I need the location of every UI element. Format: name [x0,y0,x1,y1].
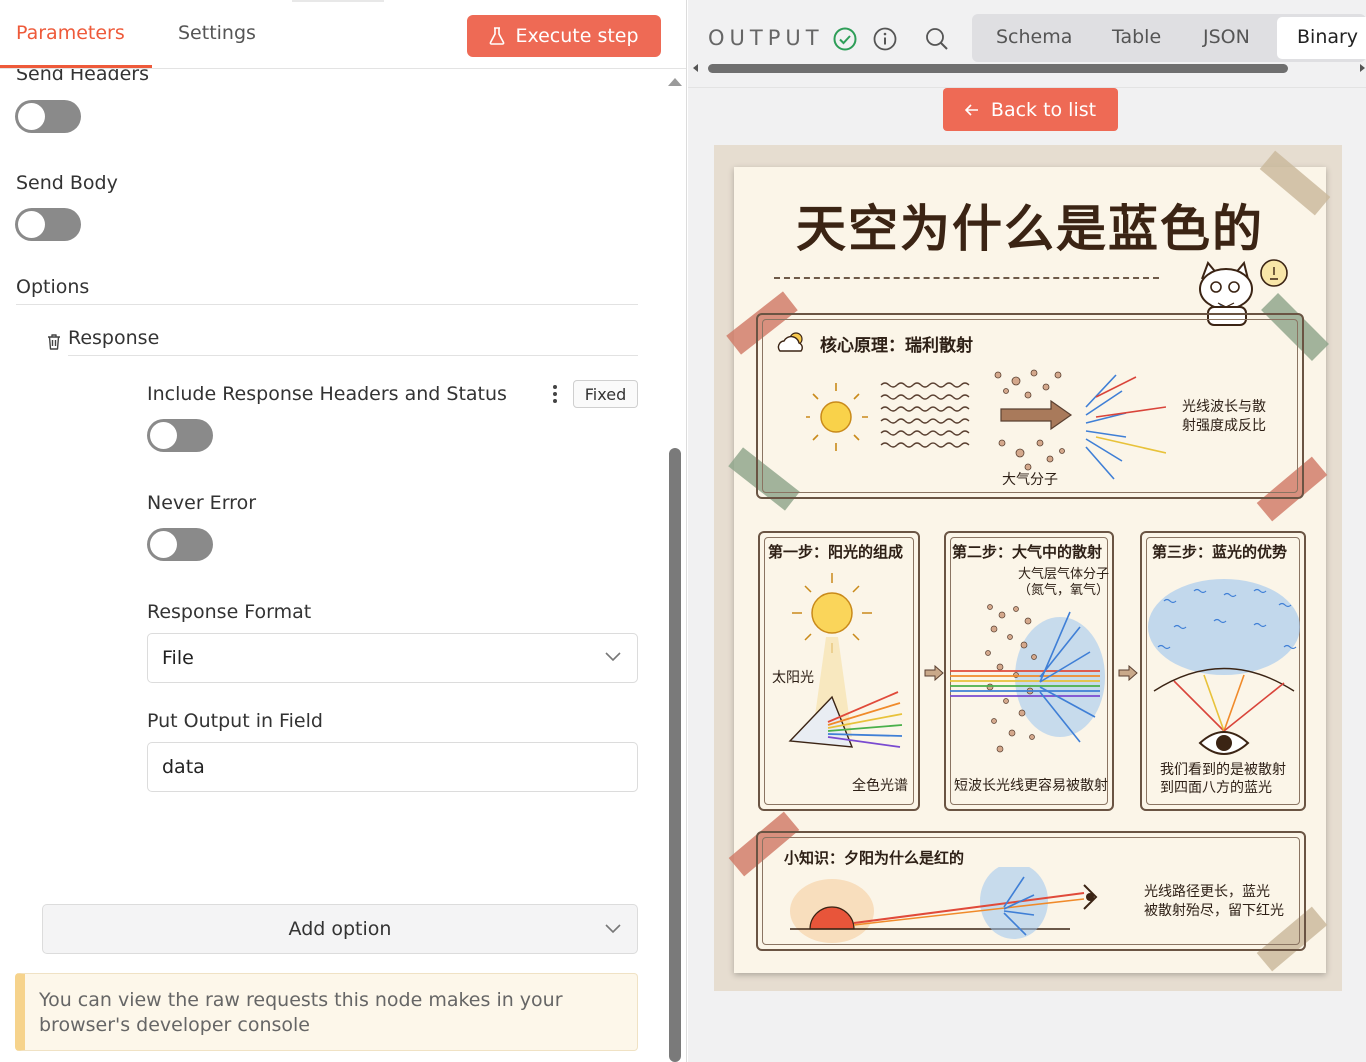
put-output-value: data [162,756,205,778]
atmosphere-scattering-illustration [950,604,1105,753]
core-note-line-2: 射强度成反比 [1182,418,1266,434]
panel-tabs: Parameters Settings Execute step [0,0,686,69]
response-format-select[interactable]: File [147,633,638,683]
tab-parameters[interactable]: Parameters [16,22,125,44]
sunset-note-line-2: 被散射殆尽，留下红光 [1144,903,1284,919]
send-body-label: Send Body [16,172,118,194]
trash-icon[interactable] [46,333,62,351]
include-headers-toggle[interactable] [147,419,213,452]
response-format-value: File [162,647,194,669]
step1-title: 第一步：阳光的组成 [768,543,904,561]
execute-step-label: Execute step [515,25,639,47]
never-error-toggle[interactable] [147,528,213,561]
step2-caption: 短波长光线更容易被散射 [954,778,1108,794]
send-body-toggle[interactable] [15,208,81,241]
response-format-label: Response Format [147,601,312,623]
options-divider [16,304,638,305]
rayleigh-scattering-illustration [806,369,1166,480]
sunset-illustration [790,867,1098,943]
title-divider [774,277,1159,279]
sunset-note-line-1: 光线路径更长，蓝光 [1144,884,1270,900]
put-output-field-input[interactable]: data [147,742,638,792]
step1-sun-label: 太阳光 [772,670,814,686]
view-tab-schema[interactable]: Schema [996,26,1072,48]
step1-spectrum-label: 全色光谱 [852,778,908,794]
output-panel: OUTPUT Schema Table JSON Binary Back to … [688,0,1366,1062]
view-tab-table[interactable]: Table [1112,26,1161,48]
fixed-expression-toggle[interactable]: Fixed [573,380,638,408]
info-icon[interactable] [872,26,898,52]
vertical-scrollbar[interactable] [669,448,681,1062]
step3-caption-line-2: 到四面八方的蓝光 [1160,780,1272,796]
response-label: Response [68,327,160,349]
tab-settings[interactable]: Settings [178,22,256,44]
back-to-list-label: Back to list [990,98,1097,121]
parameters-panel: Parameters Settings Execute step Send He… [0,0,687,1062]
view-tab-json[interactable]: JSON [1203,26,1250,48]
add-option-label: Add option [288,918,392,940]
developer-console-notice: You can view the raw requests this node … [15,973,638,1051]
scroll-right-arrow[interactable] [1360,64,1365,72]
step3-title: 第三步：蓝光的优势 [1152,543,1288,561]
binary-image-preview: 天空为什么是蓝色的 核心原理：瑞利散射 大气分子 光线波长与散 射强度成反比 第… [714,145,1342,991]
blue-sky-eye-illustration [1148,579,1300,755]
add-option-dropdown[interactable]: Add option [42,904,638,954]
arrow-left-icon [964,103,978,116]
molecules-label: 大气分子 [1002,472,1058,488]
response-divider [68,355,638,356]
send-headers-toggle[interactable] [15,100,81,133]
options-label: Options [16,276,90,298]
scroll-up-arrow[interactable] [668,78,682,86]
view-tab-binary[interactable]: Binary [1297,26,1358,48]
core-principle-title: 核心原理：瑞利散射 [820,336,973,356]
put-output-label: Put Output in Field [147,710,323,732]
chevron-down-icon [605,924,621,934]
active-tab-underline [0,65,152,68]
arrow-right-icon [1118,665,1138,681]
output-title: OUTPUT [708,26,824,50]
poster-image: 天空为什么是蓝色的 核心原理：瑞利散射 大气分子 光线波长与散 射强度成反比 第… [726,150,1331,973]
include-headers-label: Include Response Headers and Status [147,383,507,405]
step2-title: 第二步：大气中的散射 [952,543,1103,561]
top-divider [292,0,384,2]
flask-icon [490,27,505,45]
success-check-icon [833,27,857,51]
step3-caption-line-1: 我们看到的是被散射 [1160,762,1286,778]
core-note-line-1: 光线波长与散 [1182,399,1266,415]
more-options-icon[interactable] [548,383,562,405]
arrow-right-icon [924,665,944,681]
chevron-down-icon [605,652,621,662]
never-error-label: Never Error [147,492,256,514]
cloud-sun-icon [777,332,803,352]
output-view-tabs: Schema Table JSON Binary [972,14,1366,62]
search-icon[interactable] [924,26,950,52]
scroll-left-arrow[interactable] [693,64,698,72]
back-to-list-button[interactable]: Back to list [943,88,1118,131]
execute-step-button[interactable]: Execute step [467,15,661,57]
horizontal-scrollbar[interactable] [708,64,1288,73]
sunset-tip-title: 小知识：夕阳为什么是红的 [784,849,965,867]
